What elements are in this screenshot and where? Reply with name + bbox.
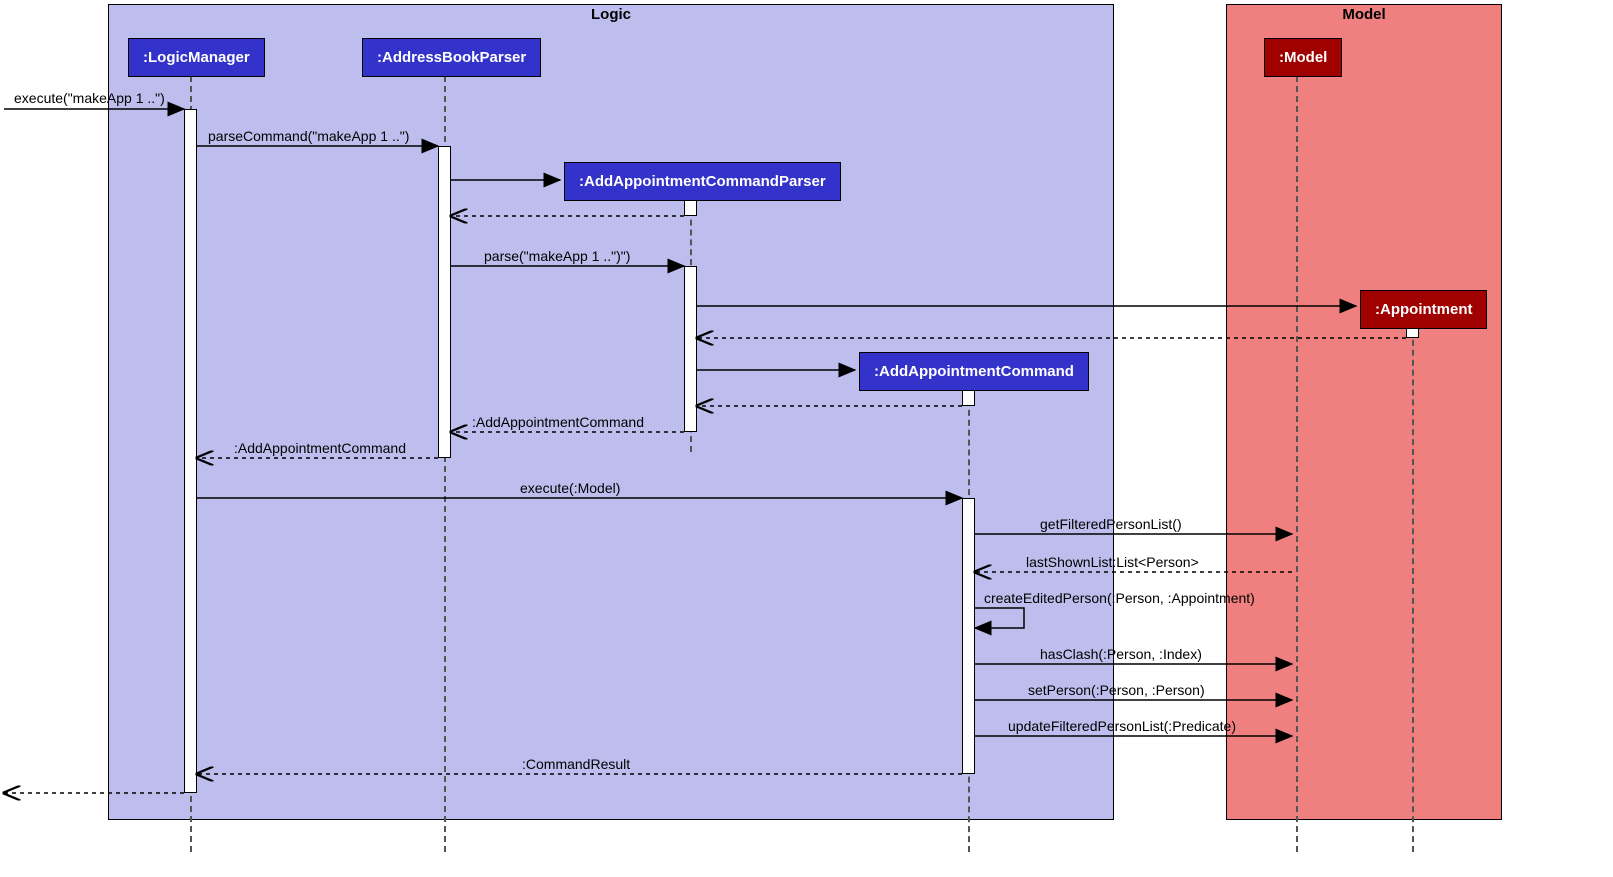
activation-add-appt-cmd-main xyxy=(962,498,975,774)
msg-return-addapptcmd-2: :AddAppointmentCommand xyxy=(234,440,406,456)
logic-frame-label: Logic xyxy=(583,4,639,25)
msg-has-clash: hasClash(:Person, :Index) xyxy=(1040,646,1202,662)
participant-address-book-parser: :AddressBookParser xyxy=(362,38,541,77)
participant-appointment: :Appointment xyxy=(1360,290,1487,329)
msg-set-person: setPerson(:Person, :Person) xyxy=(1028,682,1205,698)
lifeline-model xyxy=(1296,76,1298,852)
participant-model: :Model xyxy=(1264,38,1342,77)
msg-execute-makeapp: execute("makeApp 1 ..") xyxy=(14,90,165,106)
participant-add-appt-cmd-parser: :AddAppointmentCommandParser xyxy=(564,162,841,201)
msg-command-result: :CommandResult xyxy=(522,756,630,772)
model-frame-label: Model xyxy=(1334,4,1393,25)
participant-add-appt-cmd: :AddAppointmentCommand xyxy=(859,352,1089,391)
msg-get-filtered: getFilteredPersonList() xyxy=(1040,516,1182,532)
lifeline-appointment xyxy=(1412,320,1414,852)
msg-parse: parse("makeApp 1 ..")") xyxy=(484,248,630,264)
msg-execute-model: execute(:Model) xyxy=(520,480,620,496)
model-frame: Model xyxy=(1226,4,1502,820)
msg-parse-command: parseCommand("makeApp 1 ..") xyxy=(208,128,409,144)
activation-cmd-parser-main xyxy=(684,266,697,432)
activation-logic-manager xyxy=(184,109,197,793)
activation-address-book-parser xyxy=(438,146,451,458)
msg-last-shown-list: lastShownList:List<Person> xyxy=(1026,554,1199,570)
participant-logic-manager: :LogicManager xyxy=(128,38,265,77)
msg-return-addapptcmd-1: :AddAppointmentCommand xyxy=(472,414,644,430)
msg-update-filtered: updateFilteredPersonList(:Predicate) xyxy=(1008,718,1236,734)
msg-create-edited-person: createEditedPerson(:Person, :Appointment… xyxy=(984,590,1255,606)
